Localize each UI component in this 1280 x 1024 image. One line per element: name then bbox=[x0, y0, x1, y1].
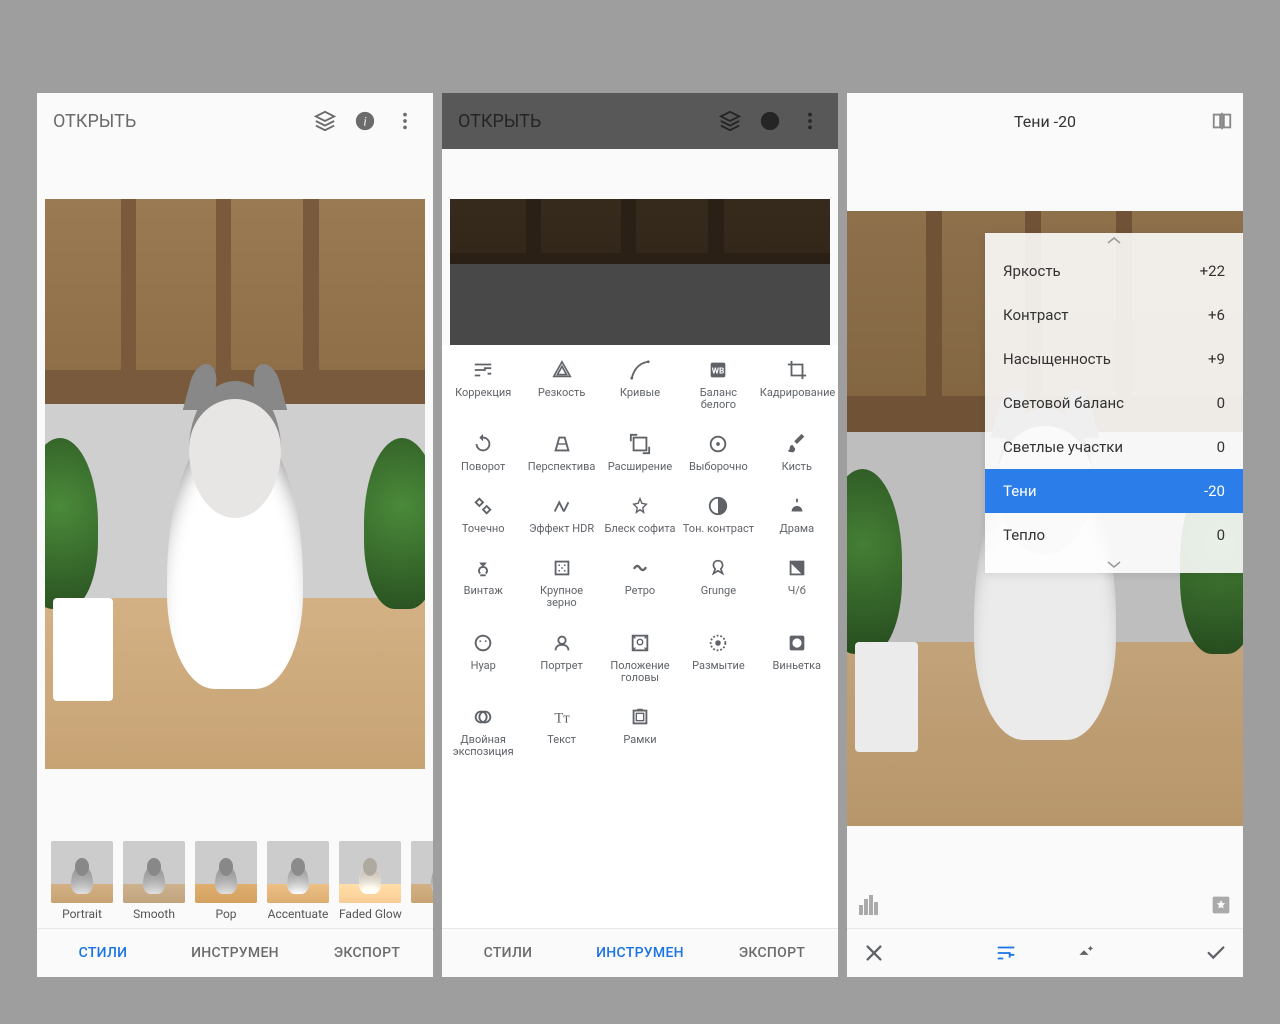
tool-rotate[interactable]: Поворот bbox=[444, 429, 522, 477]
tab-styles[interactable]: СТИЛИ bbox=[37, 929, 169, 977]
overflow-icon bbox=[790, 101, 830, 141]
style-faded-glow[interactable]: Faded Glow bbox=[339, 841, 401, 921]
tool-brush[interactable]: Кисть bbox=[758, 429, 836, 477]
param-Светлые участки[interactable]: Светлые участки0 bbox=[985, 425, 1243, 469]
adjust-header: Тени -20 bbox=[847, 93, 1243, 149]
layers-icon[interactable] bbox=[305, 101, 345, 141]
param-Контраст[interactable]: Контраст+6 bbox=[985, 293, 1243, 337]
style-smooth[interactable]: Smooth bbox=[123, 841, 185, 921]
tool-portrait[interactable]: Портрет bbox=[522, 628, 600, 688]
param-Тени[interactable]: Тени-20 bbox=[985, 469, 1243, 513]
topbar: ОТКРЫТЬ i bbox=[37, 93, 433, 149]
tool-noir[interactable]: Нуар bbox=[444, 628, 522, 688]
style-accentuate[interactable]: Accentuate bbox=[267, 841, 329, 921]
info-icon bbox=[750, 101, 790, 141]
tool-retro[interactable]: Ретро bbox=[601, 553, 679, 613]
compare-icon[interactable] bbox=[1211, 110, 1233, 136]
style-pop[interactable]: Pop bbox=[195, 841, 257, 921]
adjust-footer bbox=[847, 928, 1243, 977]
param-Яркость[interactable]: Яркость+22 bbox=[985, 249, 1243, 293]
tool-drama[interactable]: Драма bbox=[758, 491, 836, 539]
tool-vignette[interactable]: Виньетка bbox=[758, 628, 836, 688]
open-button[interactable]: ОТКРЫТЬ bbox=[45, 111, 144, 132]
tool-wb[interactable]: WBБаланс белого bbox=[679, 355, 757, 415]
svg-text:WB: WB bbox=[712, 367, 724, 377]
tool-perspective[interactable]: Перспектива bbox=[522, 429, 600, 477]
bottom-nav: СТИЛИ ИНСТРУМЕН ЭКСПОРТ bbox=[442, 928, 838, 977]
tab-tools[interactable]: ИНСТРУМЕН bbox=[574, 929, 706, 977]
tool-bw[interactable]: Ч/б bbox=[758, 553, 836, 613]
tool-healing[interactable]: Точечно bbox=[444, 491, 522, 539]
main-image[interactable] bbox=[45, 199, 425, 769]
open-button: ОТКРЫТЬ bbox=[450, 111, 549, 132]
tab-export[interactable]: ЭКСПОРТ bbox=[706, 929, 838, 977]
tool-hdr[interactable]: Эффект HDR bbox=[522, 491, 600, 539]
tune-icon[interactable] bbox=[995, 942, 1017, 964]
bottom-nav: СТИЛИ ИНСТРУМЕН ЭКСПОРТ bbox=[37, 928, 433, 977]
chevron-down-icon[interactable] bbox=[985, 557, 1243, 573]
screen-tune: Тени -20 Яркость+22Контраст+6Насыщенност… bbox=[847, 93, 1243, 977]
tool-expand[interactable]: Расширение bbox=[601, 429, 679, 477]
layers-icon bbox=[710, 101, 750, 141]
screen-tools: ОТКРЫТЬ КоррекцияРезкостьКривыеWBБаланс … bbox=[442, 93, 838, 977]
tool-details[interactable]: Резкость bbox=[522, 355, 600, 415]
apply-icon[interactable] bbox=[1205, 942, 1227, 964]
cancel-icon[interactable] bbox=[863, 942, 885, 964]
param-Световой баланс[interactable]: Световой баланс0 bbox=[985, 381, 1243, 425]
tools-panel: КоррекцияРезкостьКривыеWBБаланс белогоКа… bbox=[442, 345, 838, 929]
tab-tools[interactable]: ИНСТРУМЕН bbox=[169, 929, 301, 977]
style-portrait[interactable]: Portrait bbox=[51, 841, 113, 921]
tool-grain[interactable]: Крупное зерно bbox=[522, 553, 600, 613]
styles-strip[interactable]: Portrait Smooth Pop Accentuate Faded Glo… bbox=[37, 833, 433, 929]
star-icon[interactable] bbox=[1211, 895, 1231, 919]
tab-styles[interactable]: СТИЛИ bbox=[442, 929, 574, 977]
topbar-dimmed: ОТКРЫТЬ bbox=[442, 93, 838, 149]
svg-text:i: i bbox=[363, 115, 367, 129]
overflow-icon[interactable] bbox=[385, 101, 425, 141]
adjust-title: Тени -20 bbox=[1014, 112, 1076, 131]
tool-selective[interactable]: Выборочно bbox=[679, 429, 757, 477]
tool-headpose[interactable]: Положение головы bbox=[601, 628, 679, 688]
param-Насыщенность[interactable]: Насыщенность+9 bbox=[985, 337, 1243, 381]
style-more[interactable]: M bbox=[411, 841, 433, 921]
tool-double[interactable]: Двойная экспозиция bbox=[444, 702, 522, 762]
tool-tonal[interactable]: Тон. контраст bbox=[679, 491, 757, 539]
param-panel[interactable]: Яркость+22Контраст+6Насыщенность+9Светов… bbox=[985, 233, 1243, 573]
tool-text[interactable]: TтТекст bbox=[522, 702, 600, 762]
tool-blur[interactable]: Размытие bbox=[679, 628, 757, 688]
info-icon[interactable]: i bbox=[345, 101, 385, 141]
svg-text:Tт: Tт bbox=[554, 710, 570, 726]
chevron-up-icon[interactable] bbox=[985, 233, 1243, 249]
histogram-icon[interactable] bbox=[859, 895, 883, 919]
tool-frames[interactable]: Рамки bbox=[601, 702, 679, 762]
tab-export[interactable]: ЭКСПОРТ bbox=[301, 929, 433, 977]
tool-tune[interactable]: Коррекция bbox=[444, 355, 522, 415]
screen-styles: ОТКРЫТЬ i Portrait Smooth Pop Accentuate… bbox=[37, 93, 433, 977]
tool-vintage[interactable]: Винтаж bbox=[444, 553, 522, 613]
tool-glamour[interactable]: Блеск софита bbox=[601, 491, 679, 539]
auto-icon[interactable] bbox=[1073, 942, 1095, 964]
tool-grunge[interactable]: Grunge bbox=[679, 553, 757, 613]
tool-crop[interactable]: Кадрирование bbox=[758, 355, 836, 415]
tool-curves[interactable]: Кривые bbox=[601, 355, 679, 415]
param-Тепло[interactable]: Тепло0 bbox=[985, 513, 1243, 557]
